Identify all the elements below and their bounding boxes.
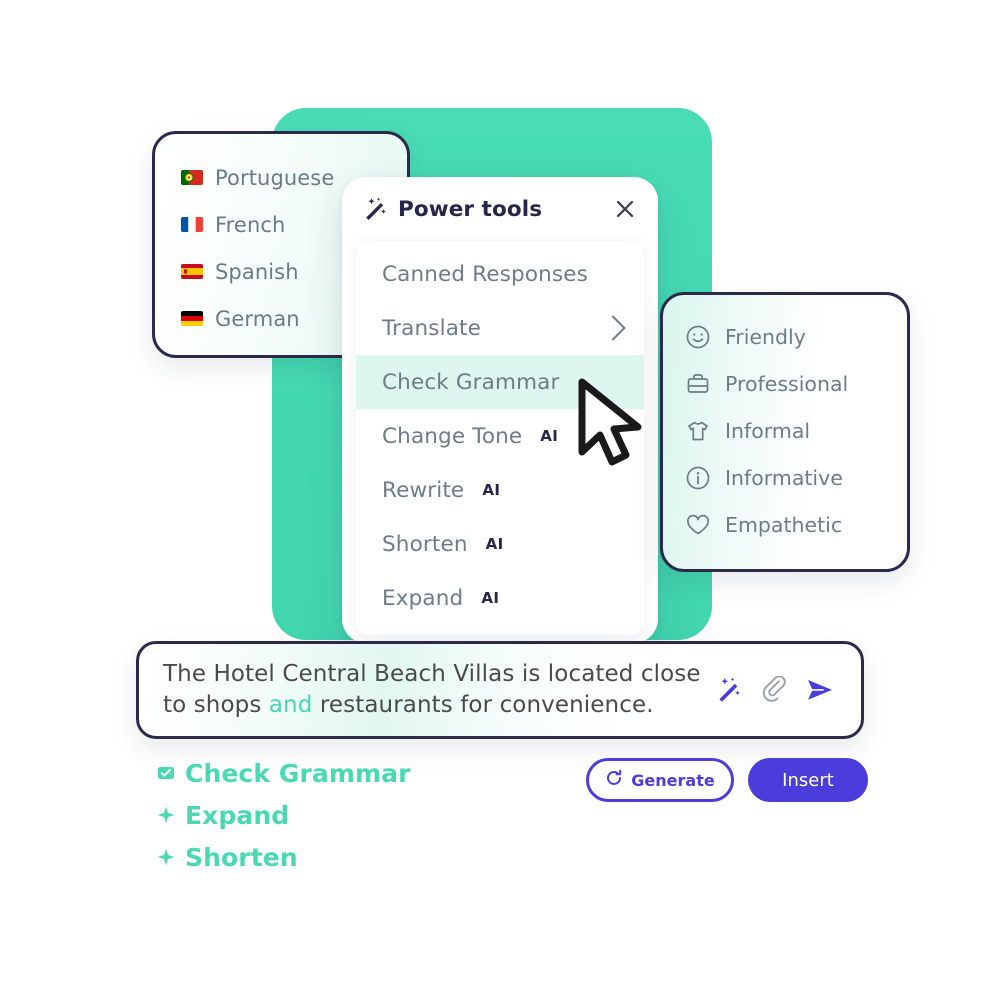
- language-label: German: [215, 306, 300, 331]
- quick-actions-list: Check Grammar Expand Shorten: [156, 752, 486, 878]
- sparkle-icon: [156, 847, 176, 867]
- menu-item-canned-responses[interactable]: Canned Responses: [356, 247, 644, 301]
- tone-label: Empathetic: [725, 512, 843, 537]
- refresh-sparkle-icon: [605, 769, 623, 791]
- tone-label: Professional: [725, 371, 849, 396]
- menu-item-label: Translate: [382, 315, 481, 341]
- menu-item-label: Canned Responses: [382, 261, 589, 287]
- smiley-face-icon: [685, 324, 711, 350]
- menu-item-label: Check Grammar: [382, 369, 560, 395]
- menu-item-rewrite[interactable]: Rewrite AI: [356, 463, 644, 517]
- quick-action-label: Expand: [185, 800, 290, 830]
- power-tools-panel: Power tools Canned Responses Translate C…: [342, 177, 658, 643]
- ai-badge: AI: [482, 481, 501, 499]
- tone-item-friendly[interactable]: Friendly: [685, 313, 907, 360]
- composer-text[interactable]: The Hotel Central Beach Villas is locate…: [139, 659, 715, 721]
- tone-item-informal[interactable]: Informal: [685, 407, 907, 454]
- tone-item-empathetic[interactable]: Empathetic: [685, 501, 907, 548]
- close-icon[interactable]: [614, 198, 636, 220]
- ai-badge: AI: [485, 535, 504, 553]
- power-tools-header: Power tools: [342, 177, 658, 241]
- sparkle-icon: [156, 805, 176, 825]
- info-circle-icon: [685, 465, 711, 491]
- heart-icon: [685, 512, 711, 538]
- tone-label: Informal: [725, 418, 811, 443]
- tone-label: Informative: [725, 465, 843, 490]
- send-icon[interactable]: [805, 677, 835, 703]
- menu-item-shorten[interactable]: Shorten AI: [356, 517, 644, 571]
- portugal-flag-icon: [181, 170, 203, 185]
- language-label: French: [215, 212, 286, 237]
- quick-action-expand[interactable]: Expand: [156, 794, 486, 836]
- change-tone-panel: Friendly Professional Informal Informati…: [660, 292, 910, 572]
- ai-badge: AI: [481, 589, 500, 607]
- menu-item-label: Expand: [382, 585, 464, 611]
- france-flag-icon: [181, 217, 203, 232]
- ai-badge: AI: [540, 427, 559, 445]
- briefcase-icon: [685, 371, 711, 397]
- language-label: Portuguese: [215, 165, 335, 190]
- tone-label: Friendly: [725, 324, 806, 349]
- paperclip-icon[interactable]: [761, 676, 787, 704]
- menu-item-check-grammar[interactable]: Check Grammar: [356, 355, 644, 409]
- tone-item-informative[interactable]: Informative: [685, 454, 907, 501]
- screenshot-stage: Portuguese French Spanish German Power t…: [0, 0, 1000, 1000]
- magic-wand-icon: [362, 196, 388, 222]
- tshirt-icon: [685, 418, 711, 444]
- quick-action-check-grammar[interactable]: Check Grammar: [156, 752, 486, 794]
- language-label: Spanish: [215, 259, 299, 284]
- quick-action-label: Check Grammar: [185, 758, 411, 788]
- composer-text-after: restaurants for convenience.: [312, 692, 654, 718]
- menu-item-label: Change Tone: [382, 423, 523, 449]
- menu-item-change-tone[interactable]: Change Tone AI: [356, 409, 644, 463]
- tone-item-professional[interactable]: Professional: [685, 360, 907, 407]
- menu-item-expand[interactable]: Expand AI: [356, 571, 644, 625]
- menu-item-translate[interactable]: Translate: [356, 301, 644, 355]
- composer-text-highlight: and: [268, 692, 313, 718]
- germany-flag-icon: [181, 311, 203, 326]
- quick-action-shorten[interactable]: Shorten: [156, 836, 486, 878]
- power-tools-menu: Canned Responses Translate Check Grammar…: [356, 241, 644, 635]
- spain-flag-icon: [181, 264, 203, 279]
- magic-wand-icon[interactable]: [715, 676, 743, 704]
- generate-button-label: Generate: [631, 770, 715, 790]
- chevron-right-icon: [600, 315, 626, 341]
- generate-button[interactable]: Generate: [586, 758, 734, 802]
- composer-actions: [715, 676, 861, 704]
- power-tools-title: Power tools: [398, 196, 543, 222]
- grammar-check-icon: [156, 763, 176, 783]
- quick-action-label: Shorten: [185, 842, 298, 872]
- tone-list: Friendly Professional Informal Informati…: [663, 295, 907, 548]
- insert-button[interactable]: Insert: [748, 758, 868, 802]
- menu-item-label: Rewrite: [382, 477, 465, 503]
- message-composer[interactable]: The Hotel Central Beach Villas is locate…: [136, 641, 864, 739]
- menu-item-label: Shorten: [382, 531, 468, 557]
